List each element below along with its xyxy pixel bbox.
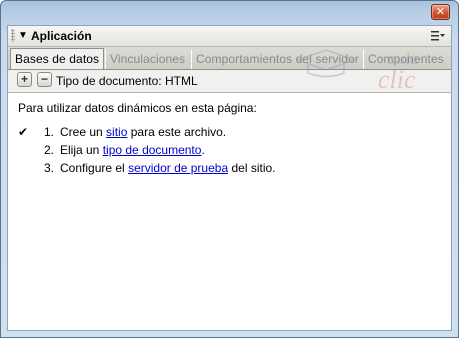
checkmark-icon: ✔	[18, 125, 29, 139]
collapse-triangle-icon[interactable]: ▼	[18, 29, 28, 43]
panel-content: Para utilizar datos dinámicos en esta pá…	[8, 93, 451, 330]
tab-comportamientos-del-servidor[interactable]: Comportamientos del servidor	[191, 50, 363, 69]
tipo-de-documento-link[interactable]: tipo de documento	[103, 143, 202, 157]
step-text-after: .	[201, 143, 205, 157]
servidor-de-prueba-link[interactable]: servidor de prueba	[128, 161, 228, 175]
add-database-button[interactable]: +	[17, 72, 32, 87]
remove-database-button[interactable]: −	[37, 72, 52, 87]
step-text-before: Elija un	[60, 143, 100, 157]
step-number: 3.	[44, 161, 55, 175]
tab-bases-de-datos[interactable]: Bases de datos	[10, 48, 105, 69]
panel-tabs: Bases de datos Vinculaciones Comportamie…	[8, 47, 451, 70]
application-window: ✕ ▼ Aplicación Bases de datos Vinculacio…	[0, 0, 459, 338]
step-text: Elija un tipo de documento.	[60, 143, 205, 157]
application-panel: ▼ Aplicación Bases de datos Vinculacione…	[7, 25, 452, 331]
close-window-button[interactable]: ✕	[431, 4, 450, 20]
panel-options-menu-icon[interactable]	[430, 28, 446, 44]
step-text: Cree un sitio para este archivo.	[60, 125, 226, 139]
sitio-link[interactable]: sitio	[106, 125, 127, 139]
panel-title[interactable]: Aplicación	[31, 28, 92, 44]
step-number: 1.	[44, 125, 55, 139]
step-text-before: Configure el	[60, 161, 125, 175]
tab-vinculaciones[interactable]: Vinculaciones	[105, 50, 189, 69]
step-text-after: del sitio.	[231, 161, 276, 175]
instructions-intro: Para utilizar datos dinámicos en esta pá…	[18, 101, 257, 115]
drag-grip-icon[interactable]	[11, 29, 15, 42]
panel-header[interactable]: ▼ Aplicación	[8, 26, 451, 47]
step-number: 2.	[44, 143, 55, 157]
step-text-after: para este archivo.	[130, 125, 227, 139]
step-text-before: Cree un	[60, 125, 103, 139]
database-toolbar: + − Tipo de documento: HTML	[8, 70, 451, 93]
document-type-label: Tipo de documento: HTML	[56, 74, 198, 88]
tab-componentes[interactable]: Componentes	[363, 50, 448, 69]
step-text: Configure el servidor de prueba del siti…	[60, 161, 276, 175]
